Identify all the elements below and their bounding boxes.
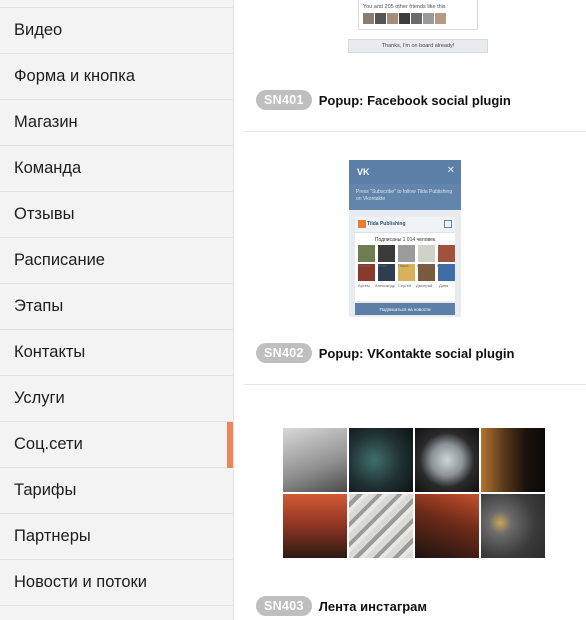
sidebar-item-label: Партнеры: [14, 527, 91, 545]
sidebar-item-label: Этапы: [14, 297, 64, 315]
sidebar-top-edge: [0, 0, 233, 8]
block-title: Popup: Facebook social plugin: [318, 92, 511, 108]
vk-community-panel: Tilda Publishing Подписаны 1 014 человек: [355, 217, 455, 301]
sidebar-item-schedule[interactable]: Расписание: [0, 238, 233, 284]
sidebar-item-news[interactable]: Новости и потоки: [0, 560, 233, 606]
sidebar-item-video[interactable]: Видео: [0, 8, 233, 54]
facebook-confirm-button: Thanks, I'm on board already!: [348, 39, 488, 53]
block-code-badge: SN401: [256, 90, 312, 110]
sidebar: Видео Форма и кнопка Магазин Команда Отз…: [0, 0, 234, 620]
facebook-friend-avatars: [363, 13, 446, 24]
block-label-sn401: SN401 Popup: Facebook social plugin: [256, 90, 511, 110]
sidebar-item-social[interactable]: Соц.сети: [0, 422, 233, 468]
sidebar-item-shop[interactable]: Магазин: [0, 100, 233, 146]
vk-subscriber-name: Сергей: [398, 283, 412, 288]
facebook-friends-text: You and 205 other friends like this: [363, 4, 446, 10]
sidebar-item-label: Отзывы: [14, 205, 75, 223]
vk-subscriber-count: Подписаны 1 014 человек: [374, 237, 436, 243]
block-gallery: You and 205 other friends like this Than…: [234, 0, 586, 620]
avatar: [438, 245, 455, 262]
sidebar-item-label: Тарифы: [14, 481, 77, 499]
vk-subscriber-name: Дмитрий: [416, 283, 433, 288]
facebook-like-box-preview: You and 205 other friends like this: [358, 0, 478, 30]
instagram-photo: [481, 428, 545, 492]
page-avatar-icon: [358, 220, 366, 228]
avatar: [378, 245, 395, 262]
vk-subscriber-name: Настя: [437, 263, 449, 268]
sidebar-item-steps[interactable]: Этапы: [0, 284, 233, 330]
instagram-grid-preview: [283, 428, 545, 558]
sidebar-item-label: Контакты: [14, 343, 86, 361]
vk-logo-icon: VK: [357, 167, 370, 177]
block-label-sn403: SN403 Лента инстаграм: [256, 596, 427, 616]
sidebar-item-label: Новости и потоки: [14, 573, 147, 591]
instagram-photo: [283, 428, 347, 492]
sidebar-item-label: Форма и кнопка: [14, 67, 136, 85]
vk-menu-icon: [444, 220, 452, 228]
sidebar-item-reviews[interactable]: Отзывы: [0, 192, 233, 238]
avatar: [418, 245, 435, 262]
sidebar-item-label: Расписание: [14, 251, 105, 269]
block-label-sn402: SN402 Popup: VKontakte social plugin: [256, 343, 514, 363]
sidebar-item-label: Услуги: [14, 389, 65, 407]
instagram-photo: [349, 494, 413, 558]
sidebar-item-label: Видео: [14, 21, 63, 39]
avatar: [358, 245, 375, 262]
vk-subscribe-button: Подписаться на новости: [355, 303, 455, 315]
sidebar-item-partners[interactable]: Партнеры: [0, 514, 233, 560]
vk-panel-header: Tilda Publishing: [355, 217, 455, 233]
instagram-photo: [481, 494, 545, 558]
vk-prompt-area: Press "Subscribe" to follow Tilda Publis…: [349, 184, 461, 210]
instagram-photo: [415, 428, 479, 492]
vk-prompt-text: Press "Subscribe" to follow Tilda Publis…: [356, 189, 453, 202]
vk-subscriber-name: Роман: [358, 263, 370, 268]
block-divider: [244, 131, 586, 132]
block-divider: [244, 384, 586, 385]
instagram-photo: [283, 494, 347, 558]
block-code-badge: SN403: [256, 596, 312, 616]
vk-subscriber-name: Александр: [375, 283, 396, 288]
instagram-photo: [349, 428, 413, 492]
sidebar-item-contacts[interactable]: Контакты: [0, 330, 233, 376]
vk-widget-preview: VK ✕ Press "Subscribe" to follow Tilda P…: [349, 160, 461, 317]
instagram-photo: [415, 494, 479, 558]
block-code-badge: SN402: [256, 343, 312, 363]
block-title: Popup: VKontakte social plugin: [318, 345, 515, 361]
vk-header: VK ✕: [349, 160, 461, 184]
avatar: [398, 245, 415, 262]
vk-subscriber-name: Паша: [398, 263, 409, 268]
block-title: Лента инстаграм: [318, 598, 428, 614]
vk-subscriber-name: Даня: [439, 283, 449, 288]
vk-subscriber-name: Артем: [358, 283, 370, 288]
close-icon: ✕: [446, 165, 455, 176]
sidebar-item-form[interactable]: Форма и кнопка: [0, 54, 233, 100]
sidebar-item-label: Соц.сети: [14, 435, 83, 453]
vk-page-name: Tilda Publishing: [367, 221, 406, 227]
sidebar-item-label: Магазин: [14, 113, 78, 131]
sidebar-item-pricing[interactable]: Тарифы: [0, 468, 233, 514]
vk-subscriber-name: Андрей: [417, 263, 431, 268]
vk-subscriber-name: Юля: [378, 263, 387, 268]
sidebar-item-label: Команда: [14, 159, 82, 177]
sidebar-item-services[interactable]: Услуги: [0, 376, 233, 422]
sidebar-item-team[interactable]: Команда: [0, 146, 233, 192]
